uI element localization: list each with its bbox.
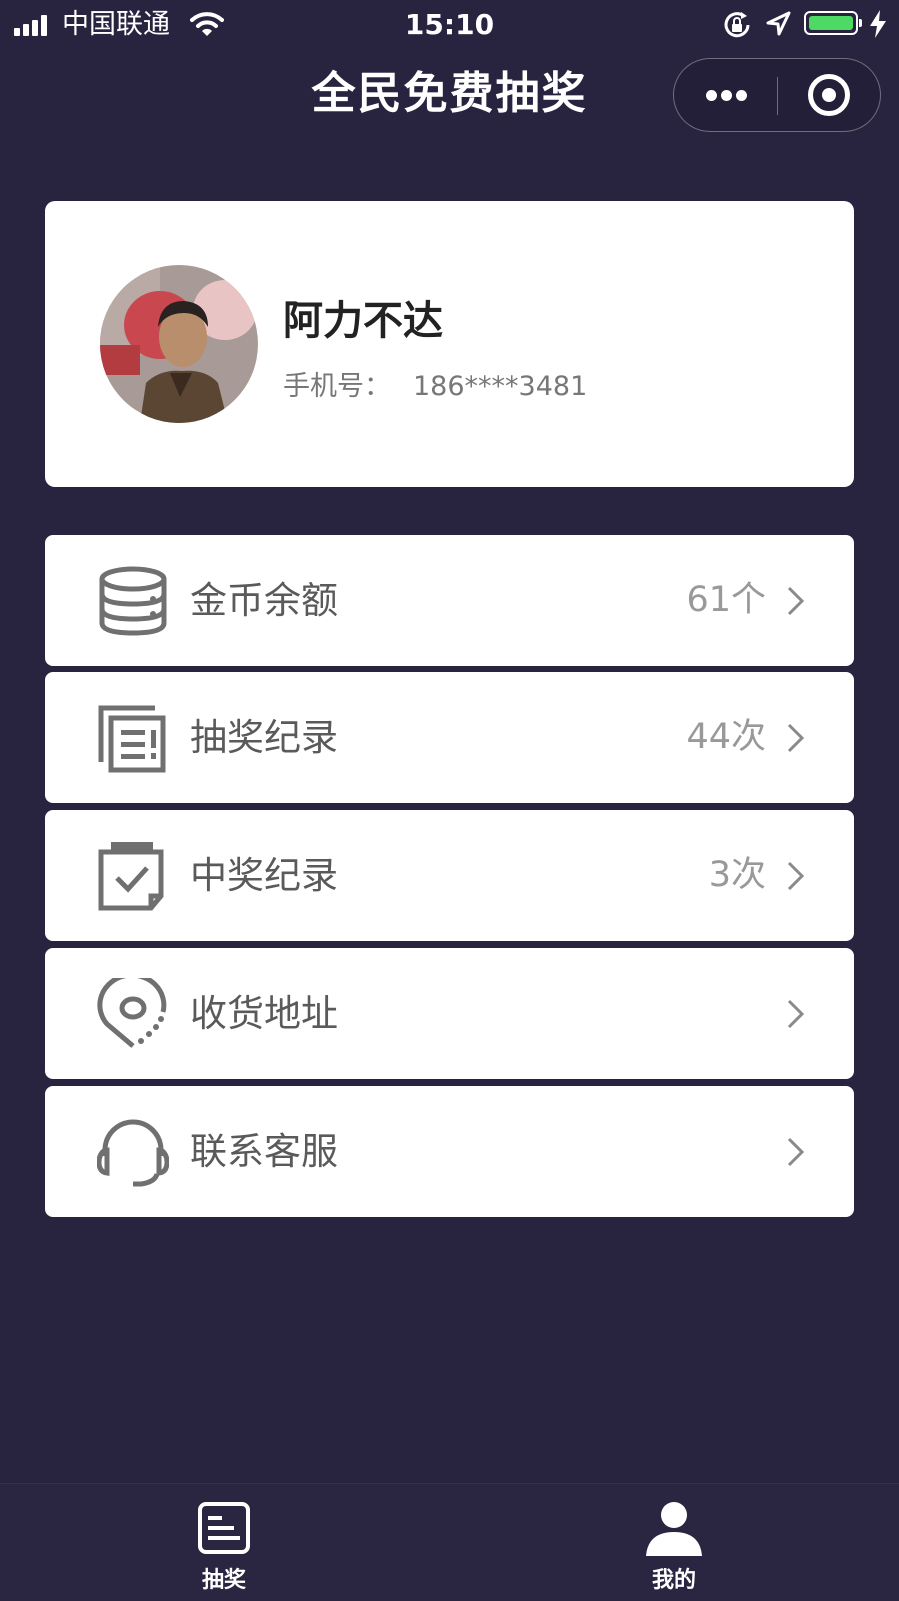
menu-item-lottery-records[interactable]: 抽奖纪录 44次	[45, 672, 854, 803]
menu-value: 3次	[708, 855, 766, 895]
user-name: 阿力不达	[283, 298, 443, 344]
user-profile-icon	[646, 1502, 702, 1556]
menu-label: 收货地址	[190, 992, 338, 1035]
menu-value: 61个	[686, 580, 766, 620]
clipboard-check-icon	[98, 842, 164, 911]
chevron-right-icon	[787, 723, 805, 753]
location-pin-icon	[97, 978, 167, 1048]
chevron-right-icon	[787, 1137, 805, 1167]
tab-lottery[interactable]: 抽奖	[124, 1484, 324, 1601]
location-arrow-icon	[766, 11, 791, 36]
menu-item-coin-balance[interactable]: 金币余额 61个	[45, 535, 854, 666]
headset-icon	[97, 1119, 169, 1187]
menu-label: 金币余额	[190, 579, 338, 622]
battery-icon	[804, 11, 862, 35]
menu-item-prize-records[interactable]: 中奖纪录 3次	[45, 810, 854, 941]
more-button[interactable]	[674, 59, 777, 131]
document-list-icon	[98, 705, 166, 773]
menu-value: 44次	[686, 717, 766, 757]
chevron-right-icon	[787, 586, 805, 616]
tab-bar: 抽奖 我的	[0, 1483, 899, 1601]
menu-item-customer-service[interactable]: 联系客服	[45, 1086, 854, 1217]
status-bar: 中国联通 15:10	[0, 0, 899, 50]
phone-number: 186****3481	[413, 371, 588, 402]
chevron-right-icon	[787, 999, 805, 1029]
avatar	[100, 265, 258, 423]
miniprogram-capsule	[673, 58, 881, 132]
phone-row: 手机号： 186****3481	[283, 369, 587, 405]
profile-card: 阿力不达 手机号： 186****3481	[45, 201, 854, 487]
tab-label: 抽奖	[201, 1568, 246, 1593]
menu-label: 抽奖纪录	[190, 716, 338, 759]
lottery-list-icon	[198, 1502, 250, 1554]
tab-label: 我的	[651, 1568, 696, 1593]
phone-label: 手机号：	[283, 371, 391, 402]
charging-bolt-icon	[870, 10, 886, 38]
menu-label: 联系客服	[190, 1130, 338, 1173]
close-button[interactable]	[778, 59, 880, 131]
menu-label: 中奖纪录	[190, 854, 338, 897]
menu-item-shipping-address[interactable]: 收货地址	[45, 948, 854, 1079]
coin-stack-icon	[99, 566, 167, 636]
chevron-right-icon	[787, 861, 805, 891]
rotation-lock-icon	[724, 12, 750, 38]
tab-mine[interactable]: 我的	[574, 1484, 774, 1601]
